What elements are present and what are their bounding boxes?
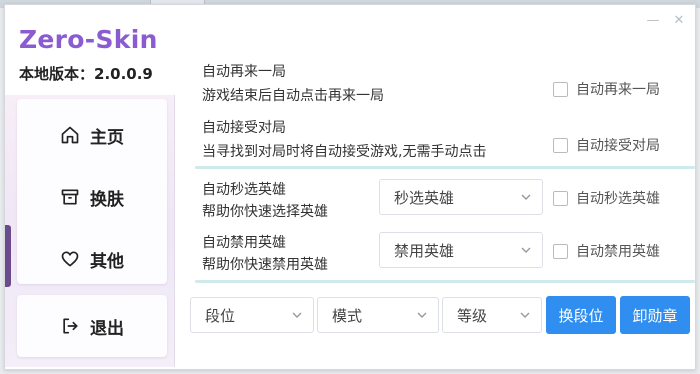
option-title: 自动禁用英雄 — [202, 235, 286, 251]
app-window: — ✕ Zero-Skin 本地版本：2.0.0.9 主页 换肤 其他 退出 自… — [4, 4, 696, 370]
section-divider — [195, 280, 695, 283]
pick-hero-select[interactable]: 秒选英雄 — [379, 179, 543, 215]
sidebar-item-other[interactable]: 其他 — [17, 239, 167, 279]
checkbox-box[interactable] — [553, 190, 568, 206]
sidebar: 主页 换肤 其他 退出 — [5, 95, 175, 367]
app-brand: Zero-Skin — [19, 25, 158, 54]
sidebar-exit-card: 退出 — [17, 295, 167, 357]
option-title: 自动再来一局 — [202, 64, 286, 80]
checkbox-box[interactable] — [553, 81, 568, 97]
option-title: 自动秒选英雄 — [202, 182, 286, 198]
sidebar-item-label: 其他 — [90, 251, 124, 272]
sidebar-scroll-indicator[interactable] — [5, 225, 11, 287]
change-rank-button[interactable]: 换段位 — [546, 296, 616, 334]
mode-select[interactable]: 模式 — [317, 297, 439, 333]
checkbox-box[interactable] — [553, 243, 568, 259]
option-description: 游戏结束后自动点击再来一局 — [202, 88, 384, 104]
checkbox-label: 自动再来一局 — [576, 82, 660, 98]
sidebar-item-label: 退出 — [90, 318, 124, 339]
close-button[interactable]: ✕ — [671, 13, 687, 29]
option-description: 帮助你快速选择英雄 — [202, 204, 328, 220]
auto-rematch-checkbox[interactable]: 自动再来一局 — [553, 79, 660, 99]
chevron-down-icon — [417, 312, 427, 318]
option-title: 自动接受对局 — [202, 120, 286, 136]
select-value: 段位 — [205, 306, 236, 325]
chevron-down-icon — [292, 312, 302, 318]
select-value: 等级 — [457, 306, 488, 325]
section-divider — [195, 166, 695, 169]
heart-icon — [61, 251, 79, 267]
option-description: 当寻找到对局时将自动接受游戏,无需手动点击 — [202, 144, 487, 160]
minimize-button[interactable]: — — [645, 13, 661, 29]
checkbox-label: 自动禁用英雄 — [576, 244, 660, 260]
sidebar-item-exit[interactable]: 退出 — [17, 306, 167, 346]
select-value: 秒选英雄 — [394, 188, 455, 207]
checkbox-box[interactable] — [553, 137, 568, 153]
sidebar-item-skin[interactable]: 换肤 — [17, 177, 167, 217]
sidebar-item-label: 主页 — [90, 127, 124, 148]
ban-hero-select[interactable]: 禁用英雄 — [379, 232, 543, 268]
auto-pick-checkbox[interactable]: 自动秒选英雄 — [553, 188, 660, 208]
sidebar-item-home[interactable]: 主页 — [17, 115, 167, 155]
rank-select[interactable]: 段位 — [190, 297, 314, 333]
auto-ban-checkbox[interactable]: 自动禁用英雄 — [553, 241, 660, 261]
chevron-down-icon — [520, 312, 530, 318]
home-icon — [61, 126, 79, 144]
option-description: 帮助你快速禁用英雄 — [202, 257, 328, 273]
version-label: 本地版本：2.0.0.9 — [19, 65, 153, 83]
select-value: 模式 — [332, 306, 363, 325]
window-controls: — ✕ — [645, 13, 687, 29]
select-value: 禁用英雄 — [394, 241, 455, 260]
chevron-down-icon — [521, 194, 531, 200]
remove-badge-button[interactable]: 卸勋章 — [620, 296, 690, 334]
chevron-down-icon — [521, 247, 531, 253]
sidebar-nav-card: 主页 换肤 其他 — [17, 99, 167, 284]
level-select[interactable]: 等级 — [442, 297, 542, 333]
auto-accept-checkbox[interactable]: 自动接受对局 — [553, 135, 660, 155]
archive-icon — [61, 189, 79, 205]
sidebar-item-label: 换肤 — [90, 189, 124, 210]
checkbox-label: 自动接受对局 — [576, 138, 660, 154]
logout-icon — [63, 318, 78, 334]
checkbox-label: 自动秒选英雄 — [576, 191, 660, 207]
